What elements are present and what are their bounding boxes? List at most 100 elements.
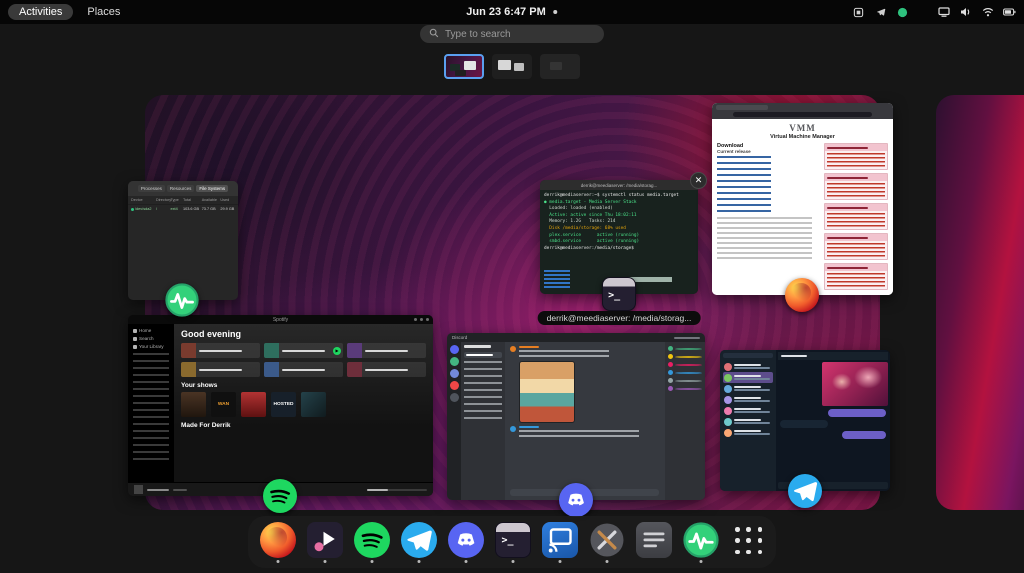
clock-menu[interactable]: Jun 23 6:47 PM [466,0,557,24]
dock-item-notes[interactable] [635,519,673,565]
discord-icon [448,522,484,558]
terminal-app-badge[interactable] [602,277,636,311]
spotify-sidebar: Home Search Your Library [128,324,174,482]
server-icon [450,393,459,402]
search-input[interactable] [445,29,595,40]
greeting-heading: Good evening [181,329,426,339]
network-icon[interactable] [981,6,994,18]
firefox-window[interactable]: VMM Virtual Machine Manager Download Cur… [712,103,893,295]
telegram-indicator-icon[interactable] [874,6,887,18]
dock-item-telegram[interactable] [400,519,438,565]
dock-item-media-player[interactable] [306,519,344,565]
system-monitor-app-badge[interactable] [165,283,199,317]
mini-window [498,60,511,70]
info-box [824,233,888,260]
close-window-button[interactable]: ✕ [690,172,707,189]
show-covers: WAN HOSTED [181,392,426,417]
terminal-icon [602,277,636,311]
webpage: VMM Virtual Machine Manager Download Cur… [712,119,893,295]
mini-window [550,62,562,70]
discord-app-badge[interactable] [559,483,593,517]
server-icon [450,381,459,390]
app-indicator-icon[interactable] [852,6,865,18]
nav-home: Home [133,328,169,333]
mini-window [464,61,476,70]
places-menu[interactable]: Places [79,4,128,20]
battery-icon[interactable] [1003,6,1016,18]
terminal-icon [495,522,531,558]
mini-window [514,63,524,71]
spotify-window[interactable]: Spotify Home Search Your Library Good ev… [128,315,433,496]
shared-photo [822,362,888,406]
telegram-icon [788,474,822,508]
mini-window [455,70,466,76]
window-buttons [414,318,429,321]
playlist-tile: ▶ [264,343,343,358]
workspace-thumbnail-1[interactable] [444,54,484,79]
info-box [824,203,888,230]
chat-list-item [723,427,773,438]
server-name [464,345,491,348]
server-icon [450,369,459,378]
outgoing-message [828,409,886,417]
chat-area [505,342,665,500]
workspace-thumbnail-2[interactable] [492,54,532,79]
spotify-app-badge[interactable] [263,479,297,513]
clock-label: Jun 23 6:47 PM [466,6,545,18]
chat-list-item-selected [723,372,773,383]
site-logo: VMM [717,123,888,133]
screencast-icon[interactable] [937,6,950,18]
dock-item-spotify[interactable] [353,519,391,565]
url-bar [733,112,871,117]
dock-item-remote-desktop[interactable] [541,519,579,565]
nav-search: Search [133,336,169,341]
page-main-column: Download Current release [717,143,820,290]
info-box [824,173,888,200]
incoming-message [780,420,828,428]
system-monitor-icon [683,522,719,558]
topbar-left: Activities Places [8,4,128,20]
running-indicator [512,560,515,563]
spotify-icon [263,479,297,513]
dock-item-firefox[interactable] [259,519,297,565]
show-cover [181,392,206,417]
activities-button[interactable]: Activities [8,4,73,20]
playlist-tile [181,362,260,377]
discord-icon [559,483,593,517]
system-monitor-tabs: Processes Resources File Systems [128,181,238,196]
notes-icon [636,522,672,558]
telegram-icon [401,522,437,558]
show-applications-button[interactable] [735,527,765,557]
playlist-tile [181,343,260,358]
discord-titlebar: Discord [447,333,705,342]
playlist-list [133,353,169,463]
workspace-thumbnail-3[interactable] [540,54,580,79]
running-indicator [324,560,327,563]
running-indicator [418,560,421,563]
firefox-app-badge[interactable] [785,278,819,312]
running-indicator [371,560,374,563]
discord-title: Discord [452,335,467,340]
server-icon [450,345,459,354]
dock-item-terminal[interactable] [494,519,532,565]
search-icon [429,25,439,43]
playlist-grid: ▶ [181,343,426,377]
tab-resources: Resources [167,185,195,192]
volume-icon[interactable] [959,6,972,18]
tools-icon [589,522,625,558]
chat-list-item [723,383,773,394]
table-header: Device Directory Type Total Available Us… [128,196,238,205]
discord-window[interactable]: Discord [447,333,705,500]
telegram-window[interactable] [720,350,890,491]
dock-item-tools[interactable] [588,519,626,565]
tab-file-systems: File Systems [196,185,228,192]
dock-item-discord[interactable] [447,519,485,565]
spotify-indicator-icon[interactable] [896,6,909,18]
telegram-app-badge[interactable] [788,474,822,508]
search-bar[interactable] [420,25,604,43]
shows-heading: Your shows [181,382,426,389]
dock-item-system-monitor[interactable] [682,519,720,565]
next-workspace[interactable] [936,95,1024,510]
channel-list [461,342,505,500]
browser-chrome [712,103,893,119]
